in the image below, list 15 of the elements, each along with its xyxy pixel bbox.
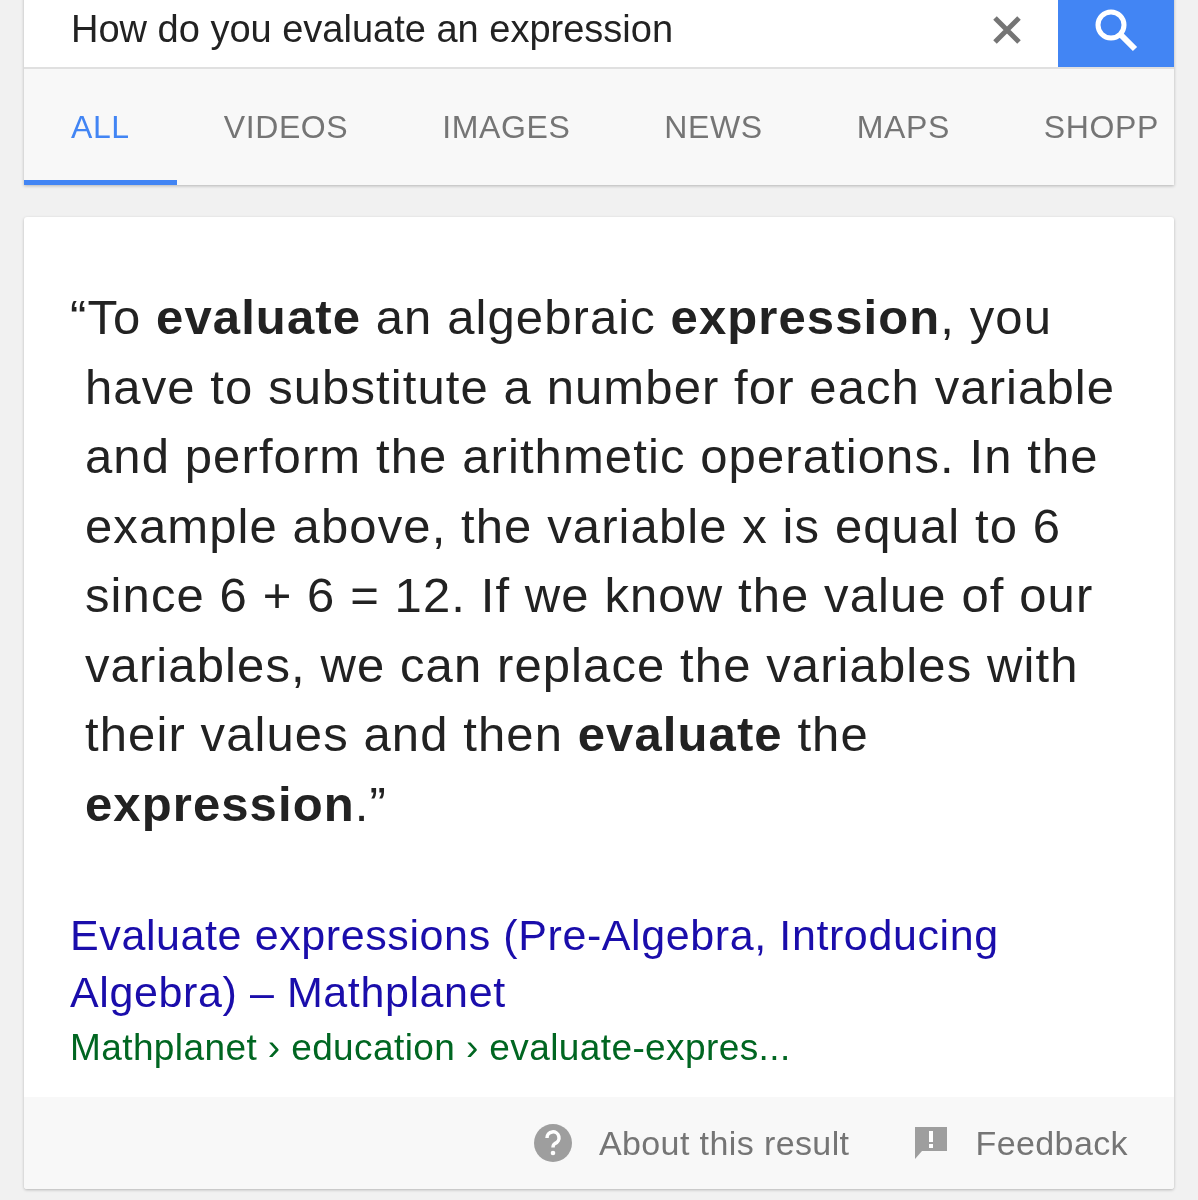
close-icon[interactable] (992, 14, 1022, 45)
tab[interactable]: VIDEOS (176, 69, 396, 185)
result-link[interactable]: Evaluate expressions (Pre-Algebra, Introducing Algebra) – Mathplanet (70, 907, 1060, 1021)
tab[interactable]: MAPS (809, 69, 997, 185)
about-link[interactable]: About this result (532, 1123, 850, 1163)
help-icon (532, 1123, 573, 1163)
feedback-icon (913, 1125, 950, 1161)
result-url: Mathplanet › education › evaluate-expres... (70, 1027, 792, 1069)
tab[interactable]: SHOPP (996, 69, 1174, 185)
tab[interactable]: ALL (24, 69, 177, 185)
answer-text: “To evaluate an algebraic expression, you have to substitute a number for each variable and perform the arithmetic operations. In the example above, the variable x is equal to 6 since 6 + 6 = 12. If we know the value of our variables, we can replace the variables with their values and then evaluate the expression.” (70, 289, 1117, 833)
search-button[interactable] (1058, 0, 1174, 67)
feedback-link[interactable]: Feedback (913, 1123, 1128, 1163)
tab[interactable]: NEWS (617, 69, 810, 185)
tab[interactable]: IMAGES (395, 69, 618, 185)
